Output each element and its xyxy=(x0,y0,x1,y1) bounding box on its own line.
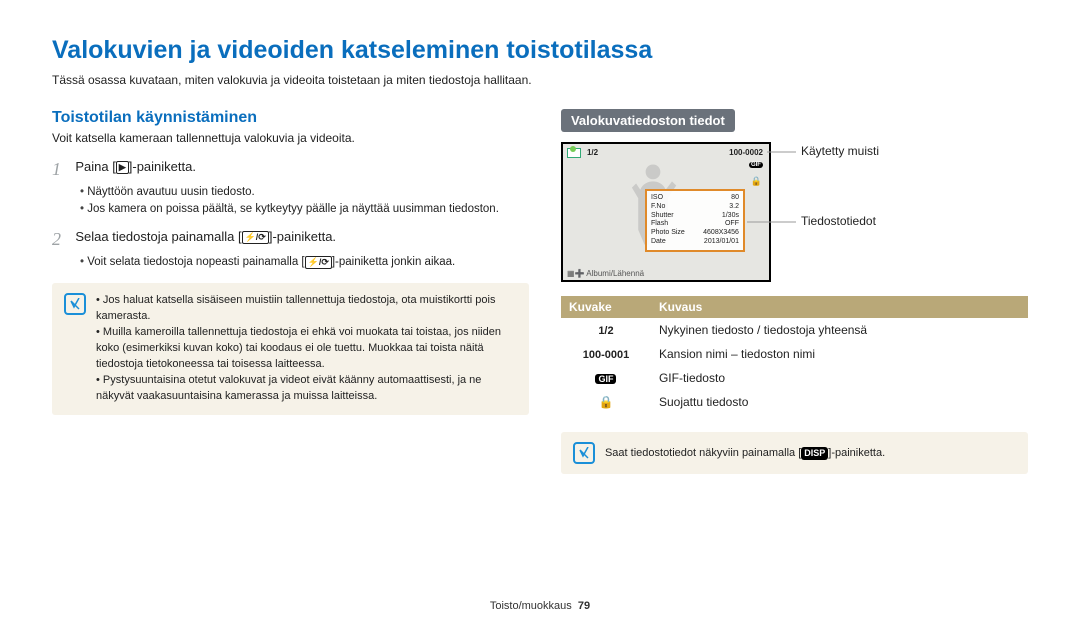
list-item: Jos kamera on poissa päältä, se kytkeyty… xyxy=(80,201,529,218)
gif-badge: GIF xyxy=(749,162,763,168)
desc-cell: Kansion nimi – tiedoston nimi xyxy=(651,342,1028,366)
desc-cell: Suojattu tiedosto xyxy=(651,390,1028,414)
icon-cell: 100-0001 xyxy=(583,349,630,361)
info-val: OFF xyxy=(725,220,739,229)
step-2: 2 Selaa tiedostoja painamalla [⚡/⟳]-pain… xyxy=(52,229,529,271)
bullet-pre: Voit selata tiedostoja nopeasti painamal… xyxy=(87,256,304,268)
step-1-pre: Paina [ xyxy=(75,159,115,174)
lock-icon: 🔒 xyxy=(598,395,613,409)
left-column: Toistotilan käynnistäminen Voit katsella… xyxy=(52,109,529,474)
icon-legend-table: Kuvake Kuvaus 1/2 Nykyinen tiedosto / ti… xyxy=(561,296,1028,414)
section-lead: Voit katsella kameraan tallennettuja val… xyxy=(52,131,529,145)
lcd-screen: 1/2 100-0002 GIF 🔒 ISO 80 F.No 3.2 Shutter… xyxy=(561,142,771,282)
file-info-overlay: ISO 80 F.No 3.2 Shutter 1/30s Flash OFF Phot… xyxy=(645,189,745,252)
table-row: 1/2 Nykyinen tiedosto / tiedostoja yhtee… xyxy=(561,318,1028,342)
icon-cell: 1/2 xyxy=(598,325,613,337)
section-heading-playback: Toistotilan käynnistäminen xyxy=(52,109,529,127)
step-1-text: Paina [▶]-painiketta. xyxy=(75,159,196,174)
camera-screen-preview: 1/2 100-0002 GIF 🔒 ISO 80 F.No 3.2 Shutter… xyxy=(561,142,901,282)
page-title: Valokuvien ja videoiden katseleminen toi… xyxy=(52,36,1028,65)
step-1: 1 Paina [▶]-painiketta. Näyttöön avautuu… xyxy=(52,159,529,217)
note2-pre: Saat tiedostotiedot näkyviin painamalla … xyxy=(605,447,801,459)
file-counter: 1/2 xyxy=(587,148,598,157)
note-list: Jos haluat katsella sisäiseen muistiin t… xyxy=(96,293,517,405)
info-val: 3.2 xyxy=(729,203,739,212)
footer-section: Toisto/muokkaus xyxy=(490,600,572,612)
page-lead: Tässä osassa kuvataan, miten valokuvia j… xyxy=(52,73,1028,87)
step-2-pre: Selaa tiedostoja painamalla [ xyxy=(75,229,241,244)
info-key: Flash xyxy=(651,220,668,229)
list-item: Näyttöön avautuu uusin tiedosto. xyxy=(80,184,529,201)
info-key: F.No xyxy=(651,203,665,212)
subsection-header: Valokuvatiedoston tiedot xyxy=(561,109,735,132)
help-bar: ▦➕ Albumi/Lähennä xyxy=(567,269,644,278)
note2-post: ]-painiketta. xyxy=(828,447,885,459)
nav-keys-icon: ⚡/⟳ xyxy=(242,231,269,244)
list-item: Muilla kameroilla tallennettuja tiedosto… xyxy=(96,325,517,373)
info-key: Date xyxy=(651,238,666,247)
gif-icon: GIF xyxy=(595,374,616,384)
note-icon xyxy=(573,442,595,464)
info-key: Photo Size xyxy=(651,229,685,238)
bullet-post: ]-painiketta jonkin aikaa. xyxy=(332,256,455,268)
desc-cell: GIF-tiedosto xyxy=(651,366,1028,390)
desc-cell: Nykyinen tiedosto / tiedostoja yhteensä xyxy=(651,318,1028,342)
info-val: 1/30s xyxy=(722,212,739,221)
table-header-row: Kuvake Kuvaus xyxy=(561,296,1028,318)
info-key: ISO xyxy=(651,194,663,203)
table-row: 🔒 Suojattu tiedosto xyxy=(561,390,1028,414)
step-2-bullets: Voit selata tiedostoja nopeasti painamal… xyxy=(52,254,529,271)
note-text: Saat tiedostotiedot näkyviin painamalla … xyxy=(605,445,885,462)
disp-button-icon: DISP xyxy=(801,447,828,461)
step-1-post: ]-painiketta. xyxy=(129,159,196,174)
thumbnail-icon xyxy=(567,148,581,158)
th-icon: Kuvake xyxy=(561,296,651,318)
step-1-bullets: Näyttöön avautuu uusin tiedosto. Jos kam… xyxy=(52,184,529,217)
note-box: Jos haluat katsella sisäiseen muistiin t… xyxy=(52,283,529,415)
nav-keys-icon: ⚡/⟳ xyxy=(305,256,332,269)
file-code: 100-0002 xyxy=(729,148,763,157)
step-2-post: ]-painiketta. xyxy=(269,229,336,244)
note-box: Saat tiedostotiedot näkyviin painamalla … xyxy=(561,432,1028,474)
callout-memory: Käytetty muisti xyxy=(801,144,879,158)
info-val: 80 xyxy=(731,194,739,203)
play-button-icon: ▶ xyxy=(116,161,129,174)
two-column-layout: Toistotilan käynnistäminen Voit katsella… xyxy=(52,109,1028,474)
note-icon xyxy=(64,293,86,315)
step-2-text: Selaa tiedostoja painamalla [⚡/⟳]-painik… xyxy=(75,229,336,244)
right-column: Valokuvatiedoston tiedot 1/2 100-0002 GI… xyxy=(561,109,1028,474)
lock-icon: 🔒 xyxy=(751,176,762,187)
th-desc: Kuvaus xyxy=(651,296,1028,318)
info-key: Shutter xyxy=(651,212,674,221)
footer-page-number: 79 xyxy=(578,600,590,612)
info-val: 2013/01/01 xyxy=(704,238,739,247)
step-number: 2 xyxy=(52,229,72,250)
step-number: 1 xyxy=(52,159,72,180)
table-row: 100-0001 Kansion nimi – tiedoston nimi xyxy=(561,342,1028,366)
table-row: GIF GIF-tiedosto xyxy=(561,366,1028,390)
list-item: Voit selata tiedostoja nopeasti painamal… xyxy=(80,254,529,271)
list-item: Jos haluat katsella sisäiseen muistiin t… xyxy=(96,293,517,325)
callout-fileinfo: Tiedostotiedot xyxy=(801,214,876,228)
info-val: 4608X3456 xyxy=(703,229,739,238)
page-footer: Toisto/muokkaus 79 xyxy=(0,600,1080,612)
list-item: Pystysuuntaisina otetut valokuvat ja vid… xyxy=(96,373,517,405)
help-bar-text: Albumi/Lähennä xyxy=(586,269,644,278)
